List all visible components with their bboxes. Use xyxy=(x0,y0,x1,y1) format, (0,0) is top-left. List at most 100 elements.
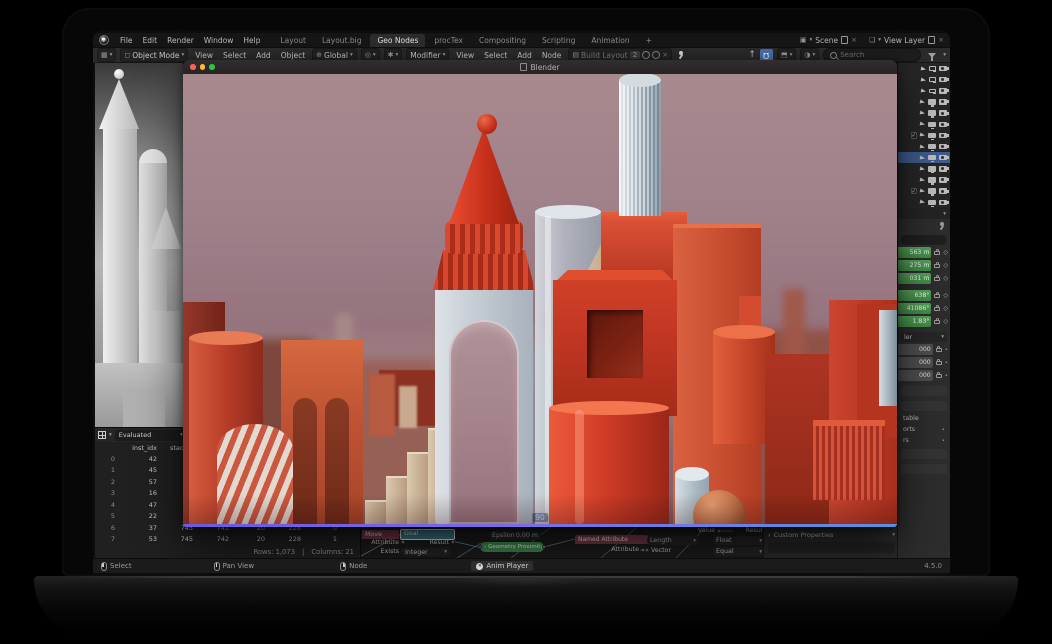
keyframe-diamond-icon[interactable]: ◇ xyxy=(943,318,948,325)
vector-math-operation-dropdown[interactable]: Length ▾ xyxy=(647,536,699,545)
column-header-inst-idx[interactable]: inst_idx xyxy=(115,444,157,452)
outliner-row[interactable] xyxy=(898,63,950,74)
menu-render[interactable]: Render xyxy=(162,36,199,45)
outliner-row[interactable] xyxy=(898,141,950,152)
selectable-icon[interactable] xyxy=(920,100,926,105)
location-y-field[interactable]: 275 m xyxy=(898,260,931,271)
properties-nav[interactable]: ▾ xyxy=(898,208,950,219)
visibility-viewports-row[interactable]: orts • xyxy=(903,426,945,433)
viewport-visibility-icon[interactable] xyxy=(928,188,936,194)
visibility-renders-row[interactable]: rs • xyxy=(903,437,945,444)
outliner-row[interactable]: ✓ xyxy=(898,130,950,141)
dataset-dropdown[interactable]: Evaluated ▾ xyxy=(115,430,187,441)
node-menu-view[interactable]: View xyxy=(453,51,477,60)
keyframe-diamond-icon[interactable]: ◇ xyxy=(943,262,948,269)
selectable-icon[interactable] xyxy=(920,155,926,160)
selection-checkbox[interactable]: ✓ xyxy=(911,188,918,195)
lock-icon[interactable] xyxy=(934,320,940,324)
render-visibility-icon[interactable] xyxy=(939,155,947,161)
lock-icon[interactable] xyxy=(936,361,942,365)
outliner-row[interactable] xyxy=(898,96,950,107)
selectable-icon[interactable] xyxy=(920,189,926,194)
node-menu-select[interactable]: Select xyxy=(481,51,510,60)
viewport-menu-add[interactable]: Add xyxy=(253,51,274,60)
outliner-row[interactable]: ✓ xyxy=(898,186,950,197)
sidebar-collapsed-row[interactable] xyxy=(768,542,895,553)
outliner-row[interactable] xyxy=(898,74,950,85)
tab-scripting[interactable]: Scripting xyxy=(535,34,582,47)
view-layer-selector[interactable]: ❏ ▾ View Layer × xyxy=(869,36,944,45)
input-socket[interactable] xyxy=(645,548,649,552)
selectable-icon[interactable] xyxy=(920,133,926,138)
output-socket[interactable] xyxy=(717,529,721,533)
menu-help[interactable]: Help xyxy=(238,36,265,45)
location-x-field[interactable]: 563 m xyxy=(898,247,931,258)
node-named-attribute[interactable]: Named Attribute xyxy=(575,535,648,544)
render-visibility-icon[interactable] xyxy=(939,133,947,139)
node-menu-node[interactable]: Node xyxy=(539,51,565,60)
viewport-visibility-icon[interactable] xyxy=(928,133,936,139)
viewport-visibility-icon[interactable] xyxy=(928,99,936,105)
search-input[interactable] xyxy=(840,51,906,59)
collapse-chevron-icon[interactable]: › xyxy=(484,544,486,550)
tab-layout-big[interactable]: Layout.big xyxy=(315,34,369,47)
blender-logo-icon[interactable] xyxy=(99,35,109,45)
selectable-icon[interactable] xyxy=(921,88,927,93)
compare-type-dropdown[interactable]: Float ▾ xyxy=(713,536,765,545)
location-z-field[interactable]: 031 m xyxy=(898,273,931,284)
collapsed-section[interactable] xyxy=(901,401,947,411)
viewport-visibility-icon[interactable] xyxy=(928,166,936,172)
render-window-titlebar[interactable]: Blender xyxy=(183,60,897,74)
menu-file[interactable]: File xyxy=(115,36,138,45)
new-tree-icon[interactable] xyxy=(652,51,660,59)
selectable-icon[interactable] xyxy=(920,122,926,127)
scale-z-field[interactable]: 000 xyxy=(898,370,933,381)
render-visibility-icon[interactable] xyxy=(939,88,947,94)
new-view-layer-icon[interactable] xyxy=(928,36,935,44)
viewport-visibility-icon[interactable] xyxy=(928,155,936,161)
viewport-visibility-icon[interactable] xyxy=(928,144,936,150)
rotation-mode-dropdown[interactable]: ler ▾ xyxy=(901,332,947,342)
viewport-menu-view[interactable]: View xyxy=(192,51,216,60)
node-menu-add[interactable]: Add xyxy=(514,51,535,60)
lock-icon[interactable] xyxy=(936,348,942,352)
selectable-icon[interactable] xyxy=(920,177,926,182)
selectable-icon[interactable] xyxy=(921,66,927,71)
parent-tree-icon[interactable]: ↑ xyxy=(748,50,756,60)
render-visibility-icon[interactable] xyxy=(939,188,947,194)
geometry-node-editor[interactable]: Move Attribute Exists Goal Result Intege… xyxy=(360,527,898,558)
rotation-z-field[interactable]: 1.83° xyxy=(898,316,931,327)
close-window-button[interactable] xyxy=(190,64,196,70)
node-move[interactable]: Move xyxy=(362,530,399,539)
render-visibility-icon[interactable] xyxy=(939,99,947,105)
node-geometry-proximity[interactable]: › Geometry Proximity xyxy=(480,542,544,552)
viewport-visibility-icon[interactable] xyxy=(928,177,936,183)
zoom-window-button[interactable] xyxy=(209,64,215,70)
viewport-editor-type-button[interactable]: ▦ ▾ xyxy=(97,48,116,62)
filter-icon[interactable] xyxy=(928,53,936,58)
visibility-selectable-row[interactable]: table xyxy=(903,415,945,422)
outliner-row[interactable] xyxy=(898,163,950,174)
viewport-visibility-icon[interactable] xyxy=(928,200,936,206)
epsilon-field[interactable]: Epsilon 0.00 m xyxy=(489,531,541,540)
render-window[interactable]: Blender xyxy=(183,60,897,527)
menu-edit[interactable]: Edit xyxy=(138,36,163,45)
tab-layout[interactable]: Layout xyxy=(273,34,313,47)
close-icon[interactable]: ✕ xyxy=(476,563,483,570)
render-visibility-icon[interactable] xyxy=(939,66,947,72)
render-visibility-icon[interactable] xyxy=(939,200,947,206)
viewport-menu-select[interactable]: Select xyxy=(220,51,249,60)
viewport-visibility-icon[interactable] xyxy=(928,122,936,128)
render-visibility-icon[interactable] xyxy=(939,144,947,150)
selection-checkbox[interactable]: ✓ xyxy=(911,132,918,139)
object-name-field[interactable] xyxy=(901,235,947,245)
selectable-icon[interactable] xyxy=(920,111,926,116)
scale-y-field[interactable]: 000 xyxy=(898,357,933,368)
tab-proctex[interactable]: procTex xyxy=(427,34,470,47)
pin-icon[interactable] xyxy=(676,51,684,60)
collapsed-section[interactable] xyxy=(901,464,947,474)
lock-icon[interactable] xyxy=(934,307,940,311)
viewport-visibility-icon[interactable] xyxy=(929,77,936,82)
lock-icon[interactable] xyxy=(934,294,940,298)
lock-icon[interactable] xyxy=(934,264,940,268)
